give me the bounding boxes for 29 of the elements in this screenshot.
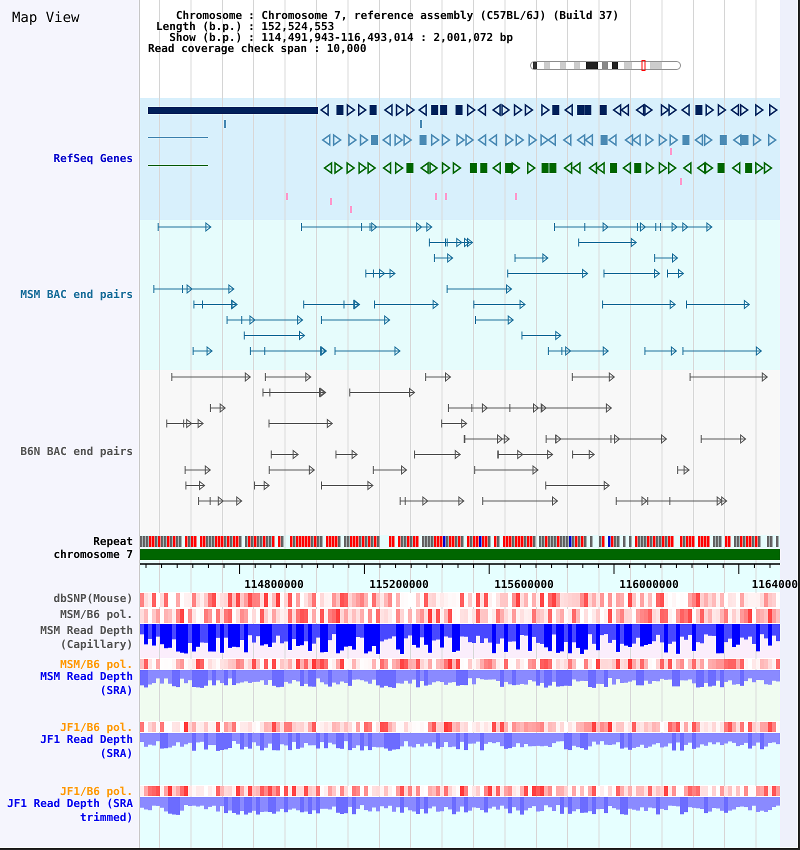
track-label: MSM Read Depth (Capillary) <box>39 624 133 652</box>
page-title: Map View <box>11 9 80 28</box>
track-label: B6N BAC end pairs <box>20 445 133 460</box>
info-value: : Chromosome 7, reference assembly (C57BL/6J) (Build 37) <box>248 10 619 21</box>
coverage-note: Read coverage check span : 10,000 <box>147 43 367 54</box>
axis-label: 114800000 <box>244 578 304 591</box>
info-value: : 152,524,553 <box>248 21 334 32</box>
chromosome-ideogram-icon <box>530 60 684 72</box>
track-label: JF1 Read Depth (SRA trimmed) <box>6 797 133 826</box>
track-label: JF1/B6 pol. <box>60 785 133 799</box>
info-value: : 114,491,943-116,493,014 : 2,001,072 bp <box>248 32 514 43</box>
track-label: JF1 Read Depth (SRA) <box>39 733 133 762</box>
track-label: MSM Read Depth (SRA) <box>39 670 133 698</box>
info-label: Length (b.p.) <box>156 21 242 32</box>
axis-label: 116000000 <box>619 578 679 591</box>
track-label: dbSNP(Mouse) <box>54 592 133 606</box>
track-label: chromosome 7 <box>54 548 133 562</box>
info-label: Chromosome <box>176 10 242 21</box>
track-label: JF1/B6 pol. <box>60 721 133 735</box>
axis-label: 1164000 <box>752 578 798 591</box>
chromosome-bar-icon <box>140 548 780 561</box>
track-label: MSM BAC end pairs <box>20 288 133 302</box>
info-label: Show (b.p.) <box>169 32 242 43</box>
track-label: MSM/B6 pol. <box>60 658 133 671</box>
axis-label: 115600000 <box>494 578 554 591</box>
axis-label: 115200000 <box>369 578 429 591</box>
track-label: Repeat <box>93 534 133 549</box>
track-label: MSM/B6 pol. <box>60 608 133 622</box>
track-label: RefSeq Genes <box>54 152 133 166</box>
